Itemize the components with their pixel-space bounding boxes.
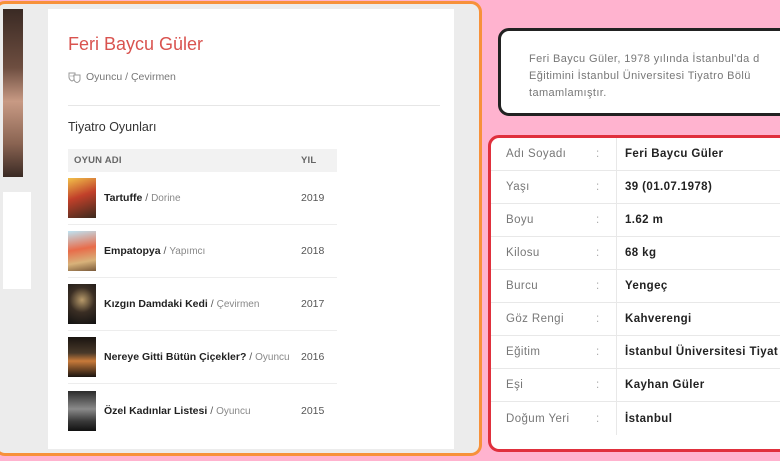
photo-caption-box — [3, 192, 31, 289]
play-separator: / — [207, 298, 217, 310]
biography-line: Eğitimini İstanbul Üniversitesi Tiyatro … — [529, 70, 751, 82]
play-year: 2016 — [301, 351, 325, 363]
info-colon: : — [596, 280, 600, 292]
info-value: 68 kg — [625, 247, 657, 259]
info-label: Boyu — [506, 214, 534, 226]
play-row[interactable]: Kızgın Damdaki Kedi / Çevirmen 2017 — [68, 278, 337, 331]
plays-section-title: Tiyatro Oyunları — [68, 120, 157, 134]
info-label: Burcu — [506, 280, 539, 292]
roles-line: Oyuncu / Çevirmen — [68, 71, 176, 83]
info-colon: : — [596, 379, 600, 391]
plays-table-header: OYUN ADI YIL — [68, 149, 337, 172]
info-label: Kilosu — [506, 247, 540, 259]
play-poster-image[interactable] — [68, 390, 96, 431]
biography-line: tamamlamıştır. — [529, 87, 607, 99]
play-separator: / — [207, 404, 217, 417]
info-value: İstanbul — [625, 412, 673, 425]
profile-card: Feri Baycu Güler Oyuncu / Çevirmen Tiyat… — [0, 1, 482, 456]
biography-line: Feri Baycu Güler, 1978 yılında İstanbul'… — [529, 53, 760, 65]
play-role: Dorine — [151, 193, 181, 204]
info-row-height: Boyu : 1.62 m — [491, 203, 780, 237]
play-info: Empatopya / Yapımcı — [96, 245, 301, 257]
play-role: Oyuncu — [255, 352, 290, 363]
play-role: Yapımcı — [169, 246, 206, 257]
info-value: Yengeç — [625, 280, 668, 292]
play-row[interactable]: Özel Kadınlar Listesi / Oyuncu 2015 — [68, 384, 337, 437]
info-row-spouse: Eşi : Kayhan Güler — [491, 368, 780, 402]
person-name: Feri Baycu Güler — [68, 34, 204, 54]
biography-box: Feri Baycu Güler, 1978 yılında İstanbul'… — [498, 28, 780, 116]
biography-text: Feri Baycu Güler, 1978 yılında İstanbul'… — [529, 51, 780, 102]
info-label: Adı Soyadı — [506, 148, 567, 160]
column-header-name: OYUN ADI — [74, 155, 122, 166]
play-info: Özel Kadınlar Listesi / Oyuncu — [96, 405, 301, 417]
play-separator: / — [142, 192, 152, 204]
roles-text: Oyuncu / Çevirmen — [86, 71, 176, 83]
play-title-link[interactable]: Özel Kadınlar Listesi — [104, 405, 207, 417]
info-colon: : — [596, 148, 600, 160]
info-colon: : — [596, 247, 600, 259]
play-title-link[interactable]: Nereye Gitti Bütün Çiçekler? — [104, 351, 246, 363]
play-year: 2018 — [301, 245, 325, 257]
info-value: 39 (01.07.1978) — [625, 181, 713, 193]
info-value: Kayhan Güler — [625, 379, 705, 391]
info-colon: : — [596, 181, 600, 193]
info-row-birthplace: Doğum Yeri : İstanbul — [491, 402, 780, 435]
play-info: Nereye Gitti Bütün Çiçekler? / Oyuncu — [96, 351, 301, 363]
profile-content: Feri Baycu Güler Oyuncu / Çevirmen Tiyat… — [48, 9, 454, 449]
play-row[interactable]: Tartuffe / Dorine 2019 — [68, 172, 337, 225]
column-header-year: YIL — [301, 155, 317, 166]
theater-masks-icon — [68, 72, 81, 83]
play-poster-image[interactable] — [68, 178, 96, 218]
info-colon: : — [596, 346, 600, 358]
plays-table: OYUN ADI YIL Tartuffe / Dorine 2019 Empa… — [68, 149, 337, 437]
section-divider — [68, 105, 440, 106]
play-poster-image[interactable] — [68, 337, 96, 377]
info-label: Göz Rengi — [506, 313, 564, 325]
play-info: Tartuffe / Dorine — [96, 192, 301, 204]
play-title-link[interactable]: Tartuffe — [104, 192, 142, 204]
info-label: Doğum Yeri — [506, 412, 570, 425]
info-colon: : — [596, 412, 600, 425]
play-info: Kızgın Damdaki Kedi / Çevirmen — [96, 298, 301, 310]
play-year: 2019 — [301, 192, 325, 204]
play-separator: / — [246, 351, 256, 363]
play-poster-image[interactable] — [68, 231, 96, 271]
play-row[interactable]: Nereye Gitti Bütün Çiçekler? / Oyuncu 20… — [68, 331, 337, 384]
play-title-link[interactable]: Kızgın Damdaki Kedi — [104, 298, 208, 310]
info-colon: : — [596, 313, 600, 325]
play-poster-image[interactable] — [68, 284, 96, 324]
info-value: Feri Baycu Güler — [625, 148, 724, 160]
info-row-zodiac: Burcu : Yengeç — [491, 269, 780, 303]
info-value: Kahverengi — [625, 313, 692, 325]
info-value: İstanbul Üniversitesi Tiyat — [625, 346, 779, 358]
info-row-education: Eğitim : İstanbul Üniversitesi Tiyat — [491, 335, 780, 369]
info-label: Yaşı — [506, 181, 530, 193]
play-role: Çevirmen — [216, 299, 260, 310]
profile-photo — [3, 9, 23, 177]
play-year: 2015 — [301, 404, 325, 417]
play-year: 2017 — [301, 298, 325, 310]
info-colon: : — [596, 214, 600, 226]
info-row-eye-color: Göz Rengi : Kahverengi — [491, 302, 780, 336]
info-value: 1.62 m — [625, 214, 664, 226]
play-title-link[interactable]: Empatopya — [104, 245, 161, 257]
info-row-weight: Kilosu : 68 kg — [491, 236, 780, 270]
info-label: Eğitim — [506, 346, 541, 358]
info-label: Eşi — [506, 379, 524, 391]
play-row[interactable]: Empatopya / Yapımcı 2018 — [68, 225, 337, 278]
info-row-name: Adı Soyadı : Feri Baycu Güler — [491, 138, 780, 171]
info-row-age: Yaşı : 39 (01.07.1978) — [491, 170, 780, 204]
play-role: Oyuncu — [216, 405, 251, 417]
personal-info-table: Adı Soyadı : Feri Baycu Güler Yaşı : 39 … — [488, 135, 780, 452]
